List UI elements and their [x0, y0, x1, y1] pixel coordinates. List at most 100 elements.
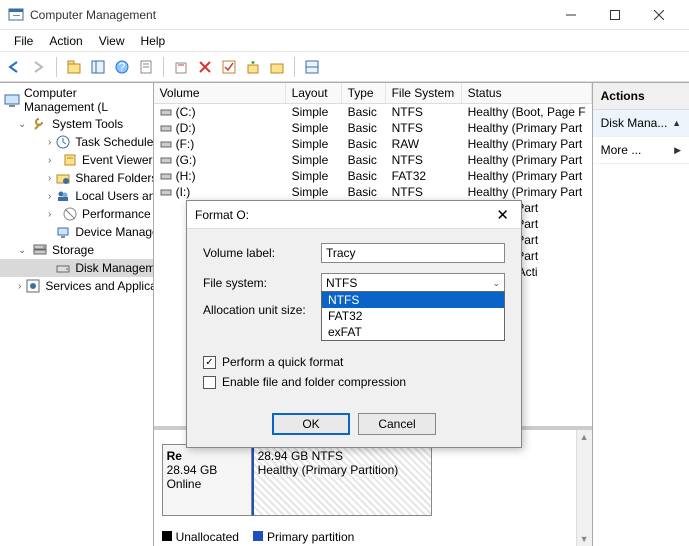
svg-text:?: ?	[119, 60, 126, 74]
scroll-down-icon[interactable]: ▼	[580, 534, 589, 544]
tree-task-scheduler-label: Task Scheduler	[75, 135, 153, 149]
format-dialog: Format O: ✕ Volume label: File system: N…	[186, 200, 522, 448]
tree-event-viewer[interactable]: › Event Viewer	[0, 151, 153, 169]
maximize-button[interactable]	[593, 0, 637, 30]
disk-status: Online	[167, 477, 247, 491]
chevron-right-icon[interactable]: ›	[48, 137, 51, 148]
new-button[interactable]	[242, 56, 264, 78]
volume-label-text: Volume label:	[203, 246, 321, 260]
disk-icon	[55, 260, 71, 276]
tree-storage-label: Storage	[52, 243, 94, 257]
storage-icon	[32, 242, 48, 258]
dialog-close-button[interactable]: ✕	[492, 206, 513, 224]
tree-disk-management[interactable]: ›Disk Management	[0, 259, 153, 277]
actions-pane: Actions Disk Mana... ▲ More ... ▶	[593, 83, 689, 546]
chevron-down-icon[interactable]: ⌄	[18, 245, 28, 256]
volume-row[interactable]: (H:)SimpleBasicFAT32Healthy (Primary Par…	[154, 168, 592, 184]
volume-row[interactable]: (D:)SimpleBasicNTFSHealthy (Primary Part	[154, 120, 592, 136]
minimize-button[interactable]	[549, 0, 593, 30]
refresh-button[interactable]	[170, 56, 192, 78]
tree-task-scheduler[interactable]: › Task Scheduler	[0, 133, 153, 151]
quick-format-checkbox[interactable]: ✓ Perform a quick format	[203, 355, 505, 369]
ok-button[interactable]: OK	[272, 413, 350, 435]
volume-row[interactable]: (F:)SimpleBasicRAWHealthy (Primary Part	[154, 136, 592, 152]
dropdown-option-fat32[interactable]: FAT32	[322, 308, 504, 324]
filesystem-label: File system:	[203, 276, 321, 290]
dialog-titlebar: Format O: ✕	[187, 201, 521, 229]
dropdown-option-exfat[interactable]: exFAT	[322, 324, 504, 340]
tree-shared-folders[interactable]: › Shared Folders	[0, 169, 153, 187]
volume-row[interactable]: (I:)SimpleBasicNTFSHealthy (Primary Part	[154, 184, 592, 200]
tree-services[interactable]: › Services and Applicatio	[0, 277, 153, 295]
volume-row[interactable]: (G:)SimpleBasicNTFSHealthy (Primary Part	[154, 152, 592, 168]
col-type[interactable]: Type	[342, 83, 386, 103]
col-layout[interactable]: Layout	[286, 83, 342, 103]
tree-device-manager[interactable]: ›Device Manager	[0, 223, 153, 241]
show-hide-tree-button[interactable]	[87, 56, 109, 78]
scrollbar[interactable]: ▲ ▼	[576, 430, 592, 546]
col-status[interactable]: Status	[462, 83, 592, 103]
tree-local-users[interactable]: ›Local Users and Gro	[0, 187, 153, 205]
chevron-right-icon[interactable]: ›	[48, 155, 58, 166]
disk-size: 28.94 GB	[167, 463, 247, 477]
col-volume[interactable]: Volume	[154, 83, 286, 103]
filesystem-combobox[interactable]: NTFS ⌄	[321, 273, 505, 293]
back-button[interactable]	[4, 56, 26, 78]
chevron-down-icon[interactable]: ⌄	[18, 119, 28, 130]
close-button[interactable]	[637, 0, 681, 30]
tree-event-viewer-label: Event Viewer	[82, 153, 152, 167]
delete-button[interactable]	[194, 56, 216, 78]
performance-icon	[62, 206, 78, 222]
menu-help[interactable]: Help	[133, 32, 174, 50]
tools-icon	[32, 116, 48, 132]
volume-row[interactable]: (C:)SimpleBasicNTFSHealthy (Boot, Page F	[154, 104, 592, 120]
chevron-right-icon[interactable]: ›	[48, 191, 51, 202]
chevron-right-icon[interactable]: ›	[48, 173, 51, 184]
properties-button[interactable]	[135, 56, 157, 78]
help-button[interactable]: ?	[111, 56, 133, 78]
tree-shared-folders-label: Shared Folders	[75, 171, 153, 185]
chevron-right-icon[interactable]: ›	[18, 281, 21, 292]
menu-action[interactable]: Action	[41, 32, 90, 50]
legend-unallocated: Unallocated	[176, 530, 239, 544]
tree-storage[interactable]: ⌄ Storage	[0, 241, 153, 259]
actions-disk-label: Disk Mana...	[601, 116, 668, 130]
legend: Unallocated Primary partition	[162, 530, 355, 544]
chevron-right-icon: ▶	[674, 145, 681, 156]
toolbar: ?	[0, 52, 689, 82]
collapse-icon: ▲	[672, 118, 681, 128]
clock-icon	[55, 134, 71, 150]
menu-file[interactable]: File	[6, 32, 41, 50]
volume-label-input[interactable]	[321, 243, 505, 263]
tree-root-label: Computer Management (L	[24, 86, 149, 114]
shared-folder-icon	[55, 170, 71, 186]
tree-system-tools-label: System Tools	[52, 117, 123, 131]
dialog-body: Volume label: File system: NTFS ⌄ Alloca…	[187, 229, 521, 405]
compression-checkbox[interactable]: Enable file and folder compression	[203, 375, 505, 389]
check-button[interactable]	[218, 56, 240, 78]
chevron-right-icon[interactable]: ›	[48, 209, 58, 220]
scroll-up-icon[interactable]: ▲	[580, 432, 589, 442]
forward-button[interactable]	[28, 56, 50, 78]
dropdown-option-ntfs[interactable]: NTFS	[322, 292, 504, 308]
actions-more[interactable]: More ... ▶	[593, 137, 689, 164]
tree-root[interactable]: Computer Management (L	[0, 85, 153, 115]
disk-header-block[interactable]: Re 28.94 GB Online	[162, 444, 252, 516]
device-icon	[55, 224, 71, 240]
dialog-buttons: OK Cancel	[187, 405, 521, 447]
actions-more-label: More ...	[601, 143, 642, 157]
users-icon	[55, 188, 71, 204]
up-button[interactable]	[63, 56, 85, 78]
actions-disk-management[interactable]: Disk Mana... ▲	[593, 110, 689, 137]
window-title: Computer Management	[30, 8, 549, 22]
menu-view[interactable]: View	[91, 32, 133, 50]
tree-performance[interactable]: ›Performance	[0, 205, 153, 223]
view-list-button[interactable]	[301, 56, 323, 78]
new-folder-button[interactable]	[266, 56, 288, 78]
col-filesystem[interactable]: File System	[386, 83, 462, 103]
partition-block[interactable]: 28.94 GB NTFS Healthy (Primary Partition…	[252, 444, 432, 516]
filesystem-dropdown: NTFS FAT32 exFAT	[321, 291, 505, 341]
chevron-down-icon: ⌄	[492, 278, 500, 289]
tree-system-tools[interactable]: ⌄ System Tools	[0, 115, 153, 133]
cancel-button[interactable]: Cancel	[358, 413, 436, 435]
